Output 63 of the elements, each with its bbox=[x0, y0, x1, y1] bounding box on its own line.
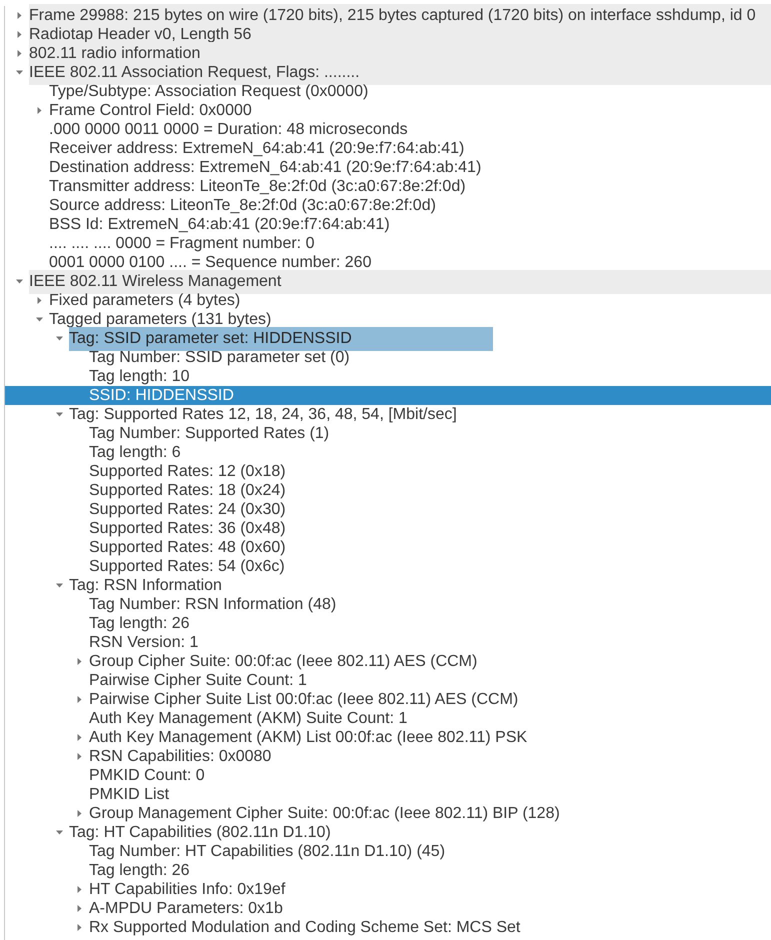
tree-item[interactable]: Tagged parameters (131 bytes) bbox=[5, 310, 771, 329]
expand-arrow-icon[interactable] bbox=[56, 582, 63, 589]
expand-arrow-icon[interactable] bbox=[76, 924, 83, 931]
tree-item[interactable]: Tag: HT Capabilities (802.11n D1.10) bbox=[5, 823, 771, 842]
tree-item[interactable]: Tag Number: HT Capabilities (802.11n D1.10) (45) bbox=[5, 842, 771, 861]
tree-item[interactable]: .000 0000 0011 0000 = Duration: 48 microseconds bbox=[5, 120, 771, 139]
expand-arrow-icon[interactable] bbox=[76, 696, 83, 703]
tree-item[interactable]: Tag Number: Supported Rates (1) bbox=[5, 424, 771, 443]
expand-arrow-icon[interactable] bbox=[76, 886, 83, 893]
tree-item[interactable]: Tag: Supported Rates 12, 18, 24, 36, 48, 54, [Mbit/sec] bbox=[5, 405, 771, 424]
expand-arrow-icon[interactable] bbox=[76, 810, 83, 817]
tree-item[interactable]: A-MPDU Parameters: 0x1b bbox=[5, 899, 771, 918]
expand-arrow-icon[interactable] bbox=[16, 31, 23, 38]
tree-item[interactable]: Tag Number: SSID parameter set (0) bbox=[5, 348, 771, 367]
expand-arrow-icon[interactable] bbox=[76, 658, 83, 665]
tree-item[interactable]: Supported Rates: 24 (0x30) bbox=[5, 500, 771, 519]
tree-item[interactable]: Group Management Cipher Suite: 00:0f:ac (Ieee 802.11) BIP (128) bbox=[5, 804, 771, 823]
tree-item[interactable]: SSID: HIDDENSSID bbox=[5, 386, 771, 405]
tree-item[interactable]: Auth Key Management (AKM) List 00:0f:ac (Ieee 802.11) PSK bbox=[5, 728, 771, 747]
tree-item[interactable]: Destination address: ExtremeN_64:ab:41 (20:9e:f7:64:ab:41) bbox=[5, 158, 771, 177]
tree-item[interactable]: Pairwise Cipher Suite Count: 1 bbox=[5, 671, 771, 690]
expand-arrow-icon[interactable] bbox=[36, 107, 43, 114]
expand-arrow-icon[interactable] bbox=[76, 734, 83, 741]
tree-item[interactable]: Tag length: 26 bbox=[5, 861, 771, 880]
tree-item[interactable]: Auth Key Management (AKM) Suite Count: 1 bbox=[5, 709, 771, 728]
tree-item[interactable]: Source address: LiteonTe_8e:2f:0d (3c:a0:67:8e:2f:0d) bbox=[5, 196, 771, 215]
expand-arrow-icon[interactable] bbox=[36, 316, 43, 323]
tree-item[interactable]: 0001 0000 0100 .... = Sequence number: 260 bbox=[5, 253, 771, 272]
tree-item[interactable]: Tag length: 10 bbox=[5, 367, 771, 386]
tree-item[interactable]: Supported Rates: 48 (0x60) bbox=[5, 538, 771, 557]
tree-item[interactable]: Supported Rates: 36 (0x48) bbox=[5, 519, 771, 538]
tree-item[interactable]: Transmitter address: LiteonTe_8e:2f:0d (3c:a0:67:8e:2f:0d) bbox=[5, 177, 771, 196]
tree-item[interactable]: Tag Number: RSN Information (48) bbox=[5, 595, 771, 614]
expand-arrow-icon[interactable] bbox=[16, 69, 23, 76]
expand-arrow-icon[interactable] bbox=[56, 335, 63, 342]
tree-item[interactable]: Receiver address: ExtremeN_64:ab:41 (20:9e:f7:64:ab:41) bbox=[5, 139, 771, 158]
tree-item[interactable]: Frame Control Field: 0x0000 bbox=[5, 101, 771, 120]
expand-arrow-icon[interactable] bbox=[16, 278, 23, 285]
tree-item[interactable]: PMKID List bbox=[5, 785, 771, 804]
tree-item[interactable]: Rx Supported Modulation and Coding Scheme Set: MCS Set bbox=[5, 918, 771, 937]
expand-arrow-icon[interactable] bbox=[76, 905, 83, 912]
tree-item[interactable]: Group Cipher Suite: 00:0f:ac (Ieee 802.11) AES (CCM) bbox=[5, 652, 771, 671]
expand-arrow-icon[interactable] bbox=[16, 12, 23, 19]
expand-arrow-icon[interactable] bbox=[36, 297, 43, 304]
tree-item[interactable]: Tag length: 26 bbox=[5, 614, 771, 633]
tree-item[interactable]: Supported Rates: 18 (0x24) bbox=[5, 481, 771, 500]
tree-item[interactable]: PMKID Count: 0 bbox=[5, 766, 771, 785]
tree-item[interactable]: RSN Version: 1 bbox=[5, 633, 771, 652]
expand-arrow-icon[interactable] bbox=[76, 753, 83, 760]
expand-arrow-icon[interactable] bbox=[56, 829, 63, 836]
tree-item[interactable]: Type/Subtype: Association Request (0x0000) bbox=[5, 82, 771, 101]
tree-item[interactable]: .... .... .... 0000 = Fragment number: 0 bbox=[5, 234, 771, 253]
tree-item[interactable]: Tag: RSN Information bbox=[5, 576, 771, 595]
tree-item[interactable]: Tag length: 6 bbox=[5, 443, 771, 462]
expand-arrow-icon[interactable] bbox=[56, 411, 63, 418]
expand-arrow-icon[interactable] bbox=[16, 50, 23, 57]
tree-item[interactable]: Pairwise Cipher Suite List 00:0f:ac (Ieee 802.11) AES (CCM) bbox=[5, 690, 771, 709]
tree-item[interactable]: Fixed parameters (4 bytes) bbox=[5, 291, 771, 310]
tree-item[interactable]: RSN Capabilities: 0x0080 bbox=[5, 747, 771, 766]
tree-item[interactable]: HT Capabilities Info: 0x19ef bbox=[5, 880, 771, 899]
tree-item[interactable]: Supported Rates: 12 (0x18) bbox=[5, 462, 771, 481]
tree-item[interactable]: Supported Rates: 54 (0x6c) bbox=[5, 557, 771, 576]
tree-item[interactable]: BSS Id: ExtremeN_64:ab:41 (20:9e:f7:64:ab:41) bbox=[5, 215, 771, 234]
